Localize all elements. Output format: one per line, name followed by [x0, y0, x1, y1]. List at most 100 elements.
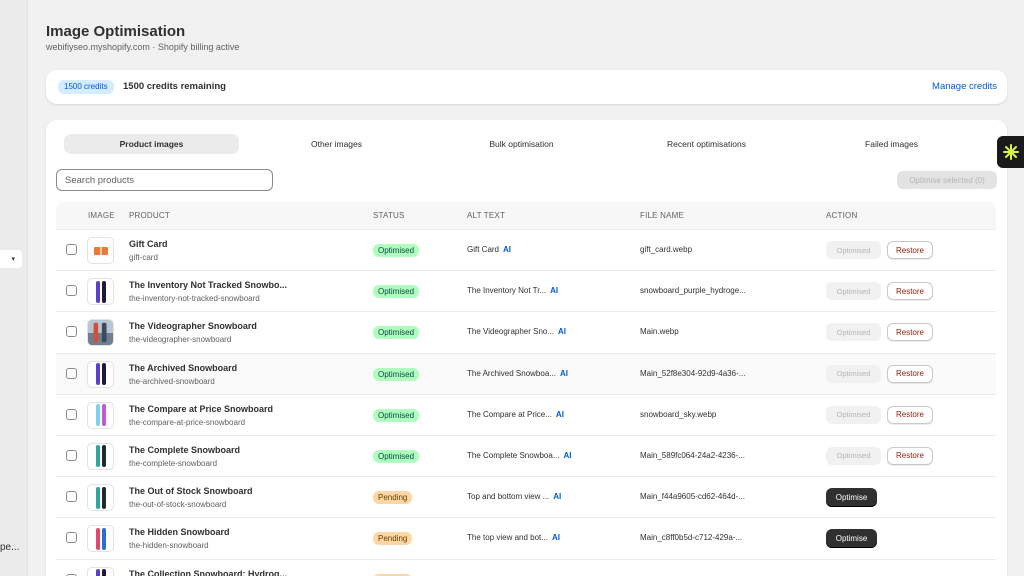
alt-text: Top and bottom view ... AI	[467, 492, 561, 501]
restore-button[interactable]: Restore	[887, 282, 933, 301]
alt-text: The Inventory Not Tr... AI	[467, 286, 558, 295]
tab-failed-images[interactable]: Failed images	[804, 134, 979, 154]
table-row[interactable]: The Archived Snowboard the-archived-snowb…	[56, 353, 996, 395]
table-row[interactable]: The Collection Snowboard: Hydrog...Pendi…	[56, 559, 996, 576]
table-row[interactable]: The Hidden Snowboard the-hidden-snowboard…	[56, 518, 996, 560]
page-subtitle: webifiyseo.myshopify.com · Shopify billi…	[46, 42, 240, 52]
alt-text-value: The Archived Snowboa...	[467, 368, 556, 378]
alt-text: The top view and bot... AI	[467, 533, 560, 542]
table-header: IMAGE PRODUCT STATUS ALT TEXT FILE NAME …	[56, 202, 996, 230]
restore-button[interactable]: Restore	[887, 241, 933, 259]
alt-text-value: The top view and bot...	[467, 533, 548, 543]
file-name: snowboard_purple_hydroge...	[640, 286, 746, 296]
sidebar-caret-button[interactable]: ▾	[0, 250, 22, 268]
product-thumbnail	[87, 484, 114, 512]
alt-text: The Archived Snowboa... AI	[467, 369, 568, 378]
product-handle: the-compare-at-price-snowboard	[129, 417, 246, 427]
file-name: Main.webp	[640, 327, 679, 337]
floating-widget-button[interactable]	[997, 136, 1024, 168]
credits-card: 1500 credits 1500 credits remaining Mana…	[46, 70, 1007, 104]
alt-text-value: Gift Card	[467, 245, 500, 254]
product-thumbnail	[87, 525, 114, 553]
file-name: Main_f44a9605-cd62-464d-...	[640, 492, 745, 502]
row-checkbox[interactable]	[66, 367, 77, 379]
restore-button[interactable]: Restore	[887, 405, 933, 424]
restore-button[interactable]: Restore	[887, 323, 933, 342]
file-name: Main_c8ff0b5d-c712-429a-...	[640, 533, 743, 543]
table-row[interactable]: Gift Card gift-card Optimised Gift Card AI gi…	[56, 230, 996, 272]
status-badge: Optimised	[373, 285, 420, 299]
row-checkbox[interactable]	[66, 532, 77, 544]
status-badge: Optimised	[373, 367, 420, 381]
ai-tag: AI	[553, 492, 562, 502]
alt-text-value: Top and bottom view ...	[467, 492, 550, 502]
product-name[interactable]: The Collection Snowboard: Hydrog...	[129, 569, 287, 576]
tab-product-images[interactable]: Product images	[64, 134, 239, 154]
product-name[interactable]: The Archived Snowboard	[129, 363, 237, 373]
restore-button[interactable]: Restore	[887, 446, 933, 465]
optimised-button: Optimised	[826, 364, 881, 383]
product-name[interactable]: The Out of Stock Snowboard	[129, 486, 253, 496]
ai-tag: AI	[550, 286, 559, 296]
product-name[interactable]: The Hidden Snowboard	[129, 527, 230, 537]
file-name: Main_52f8e304-92d9-4a36-...	[640, 368, 746, 378]
file-name: gift_card.webp	[640, 245, 693, 254]
header-status: STATUS	[373, 211, 405, 220]
row-checkbox[interactable]	[66, 326, 77, 338]
optimise-selected-button[interactable]: Optimise selected (0)	[897, 171, 997, 189]
status-badge: Pending	[373, 491, 413, 505]
product-thumbnail	[87, 278, 114, 306]
optimised-button: Optimised	[826, 446, 881, 465]
table-row[interactable]: The Compare at Price Snowboard the-compar…	[56, 394, 996, 436]
product-name[interactable]: The Videographer Snowboard	[129, 321, 257, 331]
tab-other-images[interactable]: Other images	[249, 134, 424, 154]
product-name[interactable]: The Complete Snowboard	[129, 445, 240, 455]
ai-tag: AI	[563, 450, 572, 460]
row-checkbox[interactable]	[66, 491, 77, 503]
product-name[interactable]: The Inventory Not Tracked Snowbo...	[129, 280, 287, 290]
product-handle: the-out-of-stock-snowboard	[129, 500, 227, 510]
row-checkbox[interactable]	[66, 449, 77, 461]
row-checkbox[interactable]	[66, 285, 77, 297]
row-checkbox[interactable]	[66, 408, 77, 420]
table-row[interactable]: The Out of Stock Snowboard the-out-of-sto…	[56, 477, 996, 519]
search-input[interactable]	[56, 169, 273, 191]
restore-button[interactable]: Restore	[887, 364, 933, 383]
product-name[interactable]: The Compare at Price Snowboard	[129, 404, 273, 414]
status-badge: Optimised	[373, 326, 420, 340]
table-row[interactable]: The Videographer Snowboard the-videograph…	[56, 312, 996, 354]
product-name[interactable]: Gift Card	[129, 239, 168, 249]
ai-tag: AI	[559, 368, 568, 378]
tab-bulk-optimisation[interactable]: Bulk optimisation	[434, 134, 609, 154]
product-thumbnail	[87, 401, 114, 429]
alt-text-value: The Complete Snowboa...	[467, 450, 560, 460]
status-badge: Pending	[373, 532, 413, 546]
optimised-button: Optimised	[826, 282, 881, 301]
product-handle: gift-card	[129, 253, 158, 262]
row-checkbox[interactable]	[66, 244, 77, 255]
header-action: ACTION	[826, 211, 858, 220]
chevron-down-icon: ▾	[11, 256, 15, 263]
ai-tag: AI	[551, 533, 560, 543]
sidebar-bottom-text: ре...	[0, 542, 20, 553]
manage-credits-link[interactable]: Manage credits	[932, 81, 997, 92]
alt-text-value: The Compare at Price...	[467, 409, 552, 419]
file-name: Main_589fc064-24a2-4236-...	[640, 450, 745, 460]
ai-tag: AI	[503, 245, 512, 254]
product-images-card: Product images Other images Bulk optimisat…	[46, 120, 1007, 576]
tab-recent-optimisations[interactable]: Recent optimisations	[619, 134, 794, 154]
status-badge: Optimised	[373, 244, 420, 257]
optimise-button[interactable]: Optimise	[826, 488, 877, 508]
product-thumbnail	[87, 360, 114, 388]
product-thumbnail	[87, 442, 114, 470]
table-row[interactable]: The Complete Snowboard the-complete-snowb…	[56, 435, 996, 478]
product-handle: the-videographer-snowboard	[129, 335, 232, 345]
credits-remaining-text: 1500 credits remaining	[123, 81, 226, 92]
optimise-button[interactable]: Optimise	[826, 529, 877, 549]
product-handle: the-archived-snowboard	[129, 376, 215, 386]
status-badge: Optimised	[373, 449, 420, 463]
table-row[interactable]: The Inventory Not Tracked Snowbo... the-i…	[56, 271, 996, 313]
product-handle: the-hidden-snowboard	[129, 541, 209, 551]
left-sidebar: ▾ ре...	[0, 0, 28, 576]
header-file-name: FILE NAME	[640, 211, 685, 220]
